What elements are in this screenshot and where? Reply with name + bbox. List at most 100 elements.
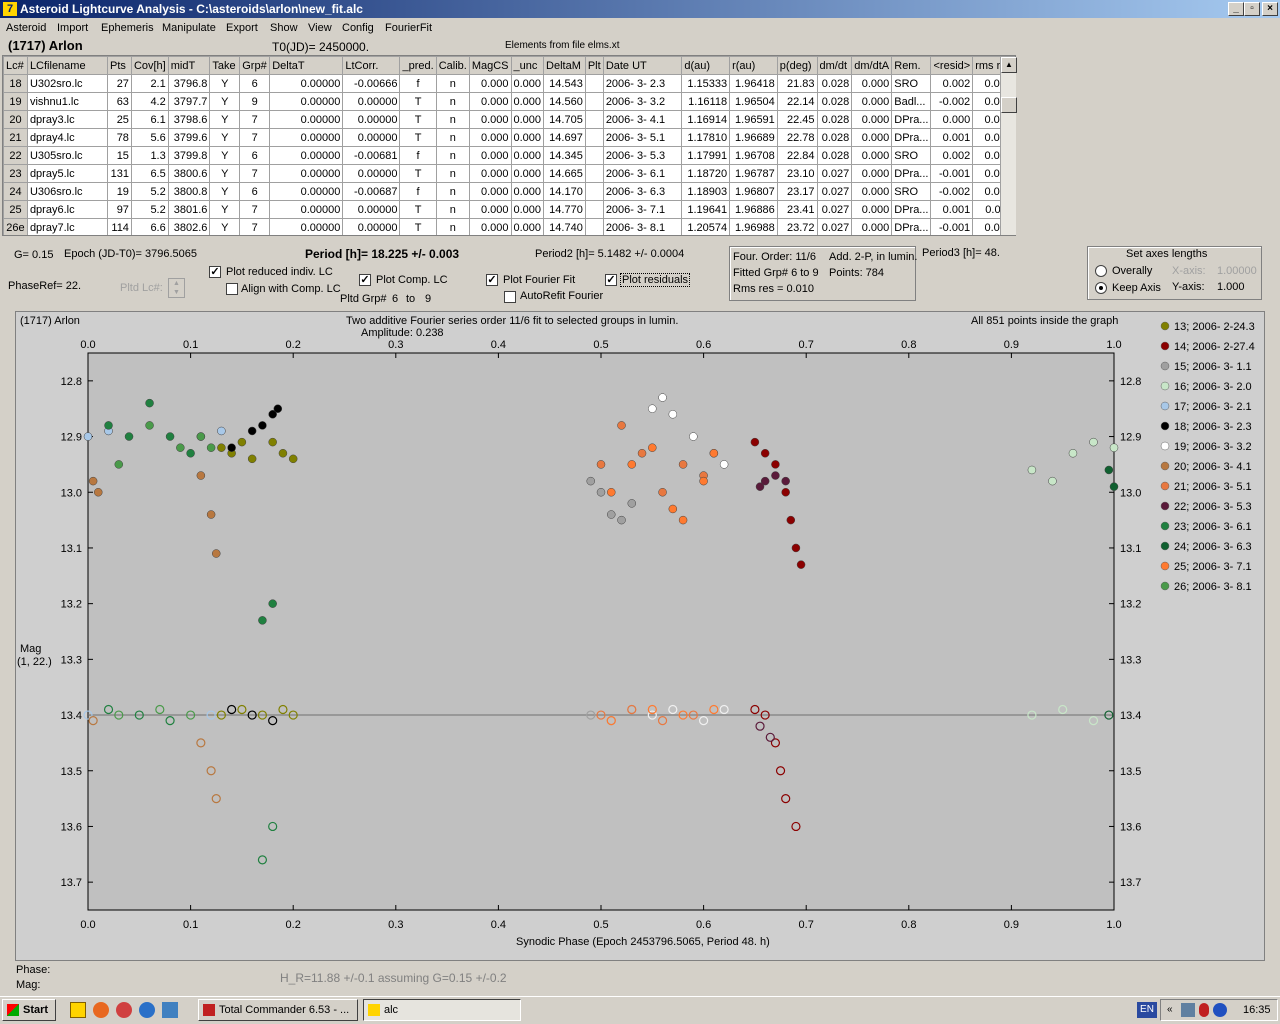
table-cell[interactable]: T xyxy=(399,218,437,235)
table-cell[interactable]: 0.000 xyxy=(851,182,893,201)
table-cell[interactable]: U305sro.lc xyxy=(26,146,109,165)
table-cell[interactable]: 0.001 xyxy=(930,128,974,147)
column-header[interactable]: DeltaM xyxy=(543,56,586,75)
autorefit-checkbox[interactable] xyxy=(504,291,516,303)
table-cell[interactable]: 0.000 xyxy=(468,74,512,93)
table-cell[interactable]: 1.16914 xyxy=(681,110,731,129)
minimize-button[interactable]: _ xyxy=(1228,2,1244,16)
table-cell[interactable]: 1.96886 xyxy=(729,200,778,219)
table-cell[interactable]: 114 xyxy=(107,218,132,235)
table-cell[interactable]: 0.000 xyxy=(468,110,512,129)
table-cell[interactable]: 1.20574 xyxy=(681,218,731,235)
language-indicator[interactable]: EN xyxy=(1137,1002,1157,1018)
table-cell[interactable]: 3801.6 xyxy=(167,200,211,219)
table-cell[interactable]: T xyxy=(399,128,437,147)
table-cell[interactable]: 1.17810 xyxy=(681,128,731,147)
table-row[interactable]: 24 U306sro.lc 19 5.2 3800.8 Y 6 0.00000 -0.00687… xyxy=(3,182,1015,201)
close-button[interactable]: × xyxy=(1262,2,1278,16)
table-cell[interactable]: 0.000 xyxy=(510,182,545,201)
table-cell[interactable]: 22.45 xyxy=(776,110,818,129)
table-cell[interactable]: 23.72 xyxy=(776,218,818,235)
align-comp-checkbox[interactable] xyxy=(226,283,238,295)
maximize-button[interactable]: ▫ xyxy=(1244,2,1260,16)
table-cell[interactable]: n xyxy=(435,182,470,201)
table-cell[interactable]: Y xyxy=(209,218,241,235)
table-cell[interactable]: 0.028 xyxy=(816,128,853,147)
table-cell[interactable]: 27 xyxy=(107,74,132,93)
table-cell[interactable]: U306sro.lc xyxy=(26,182,109,201)
table-cell[interactable]: Badl... xyxy=(891,92,932,111)
table-cell[interactable]: 3798.6 xyxy=(167,110,211,129)
column-header[interactable]: LCfilename xyxy=(26,56,109,75)
table-cell[interactable]: SRO xyxy=(891,146,932,165)
table-cell[interactable]: 2006- 3- 8.1 xyxy=(602,218,683,235)
table-cell[interactable]: 0.028 xyxy=(816,146,853,165)
table-cell[interactable]: 0.000 xyxy=(468,92,512,111)
taskbar-alc[interactable]: alc xyxy=(363,999,521,1021)
table-cell[interactable]: f xyxy=(399,182,437,201)
table-row[interactable]: 20 dpray3.lc 25 6.1 3798.6 Y 7 0.00000 0.00000 Tn… xyxy=(3,110,1015,129)
table-cell[interactable] xyxy=(584,182,604,201)
table-cell[interactable]: 0.000 xyxy=(468,218,512,235)
table-cell[interactable]: -0.002 xyxy=(930,182,974,201)
table-cell[interactable]: T xyxy=(399,164,437,183)
table-cell[interactable] xyxy=(584,200,604,219)
table-cell[interactable]: DPra... xyxy=(891,128,932,147)
table-cell[interactable]: 2.1 xyxy=(130,74,169,93)
table-cell[interactable]: n xyxy=(435,110,470,129)
table-cell[interactable]: Y xyxy=(209,146,241,165)
table-cell[interactable]: f xyxy=(399,74,437,93)
table-cell[interactable]: 0.00000 xyxy=(342,200,401,219)
table-cell[interactable]: 9 xyxy=(239,92,271,111)
row-header[interactable]: 18 xyxy=(3,74,28,93)
table-cell[interactable]: 22.78 xyxy=(776,128,818,147)
table-row[interactable]: 25 dpray6.lc 97 5.2 3801.6 Y 7 0.00000 0.00000 Tn… xyxy=(3,200,1015,219)
column-header[interactable]: p(deg) xyxy=(776,56,818,75)
table-cell[interactable]: 0.000 xyxy=(468,128,512,147)
table-cell[interactable]: 23.41 xyxy=(776,200,818,219)
table-cell[interactable]: vishnu1.lc xyxy=(26,92,109,111)
table-cell[interactable]: 1.96591 xyxy=(729,110,778,129)
scroll-thumb[interactable] xyxy=(1001,97,1017,113)
column-header[interactable]: d(au) xyxy=(681,56,731,75)
table-cell[interactable]: 1.96988 xyxy=(729,218,778,235)
table-cell[interactable]: 2006- 3- 4.1 xyxy=(602,110,683,129)
lightcurve-table[interactable]: Lc# LCfilename Pts Cov[h] midT Take Grp# DeltaT… xyxy=(2,55,1016,236)
row-header[interactable]: 24 xyxy=(3,182,28,201)
table-cell[interactable]: 6 xyxy=(239,146,271,165)
column-header[interactable]: Rem. xyxy=(891,56,932,75)
table-cell[interactable]: 2006- 3- 2.3 xyxy=(602,74,683,93)
row-header[interactable]: 20 xyxy=(3,110,28,129)
plot-fourier-checkbox[interactable]: ✓ xyxy=(486,274,498,286)
table-cell[interactable]: 0.000 xyxy=(930,110,974,129)
table-cell[interactable]: Y xyxy=(209,182,241,201)
table-cell[interactable]: 0.000 xyxy=(510,146,545,165)
table-cell[interactable]: 1.18903 xyxy=(681,182,731,201)
table-cell[interactable]: 14.560 xyxy=(543,92,586,111)
column-header[interactable]: <resid> xyxy=(930,56,974,75)
table-cell[interactable]: Y xyxy=(209,92,241,111)
column-header[interactable]: _pred. xyxy=(399,56,437,75)
table-cell[interactable]: 1.96807 xyxy=(729,182,778,201)
table-cell[interactable]: 0.028 xyxy=(816,92,853,111)
browser-icon[interactable] xyxy=(116,1002,132,1018)
table-cell[interactable]: 7 xyxy=(239,218,271,235)
table-cell[interactable]: dpray4.lc xyxy=(26,128,109,147)
pltd-grp-from[interactable]: 6 xyxy=(392,293,398,305)
column-header[interactable]: _unc xyxy=(510,56,545,75)
table-cell[interactable]: 0.00000 xyxy=(269,128,344,147)
column-header[interactable]: dm/dt xyxy=(816,56,853,75)
table-cell[interactable]: 14.543 xyxy=(543,74,586,93)
yaxis-input[interactable]: 1.000 xyxy=(1217,281,1245,293)
table-cell[interactable]: 0.027 xyxy=(816,164,853,183)
table-cell[interactable]: Y xyxy=(209,128,241,147)
start-button[interactable]: Start xyxy=(2,999,56,1021)
table-cell[interactable] xyxy=(584,164,604,183)
table-cell[interactable]: 0.000 xyxy=(468,164,512,183)
plot-reduced-checkbox[interactable]: ✓ xyxy=(209,266,221,278)
table-cell[interactable]: 0.00000 xyxy=(342,164,401,183)
table-cell[interactable]: 0.000 xyxy=(510,110,545,129)
table-cell[interactable]: dpray6.lc xyxy=(26,200,109,219)
table-cell[interactable]: -0.001 xyxy=(930,218,974,235)
table-cell[interactable]: 3799.8 xyxy=(167,146,211,165)
